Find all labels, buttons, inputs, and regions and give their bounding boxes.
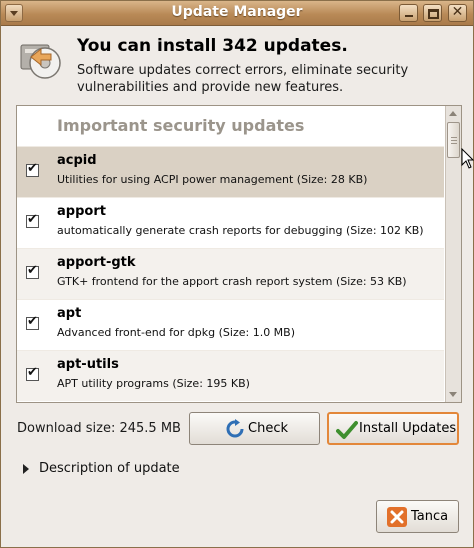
description-expander-label: Description of update [39, 461, 180, 476]
update-checkbox[interactable] [26, 314, 39, 330]
package-name: apport-gtk [57, 255, 136, 270]
maximize-icon [428, 9, 439, 19]
cancel-icon [387, 507, 407, 527]
package-description: GTK+ frontend for the apport crash repor… [57, 275, 407, 288]
updates-list-viewport: Important security updates acpid Utiliti… [17, 106, 444, 402]
package-description: automatically generate crash reports for… [57, 224, 424, 237]
cancel-button-label: Tanca [411, 509, 449, 524]
update-manager-icon [20, 44, 61, 79]
update-checkbox[interactable] [26, 212, 39, 228]
update-row[interactable]: apt Advanced front-end for dpkg (Size: 1… [17, 299, 444, 350]
expander-arrow-icon [23, 464, 29, 474]
refresh-icon [226, 419, 244, 438]
install-updates-button[interactable]: Install Updates [327, 412, 459, 445]
close-icon: ✕ [451, 4, 464, 20]
list-scrollbar[interactable] [445, 106, 461, 402]
update-checkbox[interactable] [26, 161, 39, 177]
updates-list[interactable]: Important security updates acpid Utiliti… [16, 105, 462, 403]
title-bar[interactable]: Update Manager ✕ [1, 1, 473, 26]
close-button[interactable]: ✕ [448, 4, 467, 22]
package-description: Advanced front-end for dpkg (Size: 1.0 M… [57, 326, 296, 339]
description-expander[interactable]: Description of update [21, 461, 221, 479]
mouse-pointer-icon [461, 148, 474, 169]
scrollbar-thumb[interactable] [447, 122, 460, 158]
update-row[interactable]: apport-gtk GTK+ frontend for the apport … [17, 248, 444, 299]
update-row[interactable]: acpid Utilities for using ACPI power man… [17, 146, 444, 197]
minimize-button[interactable] [399, 4, 418, 22]
package-name: apport [57, 204, 106, 219]
update-checkbox[interactable] [26, 365, 39, 381]
update-manager-window: Update Manager ✕ You can install 342 upd… [0, 0, 474, 548]
package-name: apt [57, 306, 82, 321]
package-name: acpid [57, 153, 97, 168]
minimize-icon [405, 15, 413, 17]
package-description: APT utility programs (Size: 195 KB) [57, 377, 250, 390]
package-description: Utilities for using ACPI power managemen… [57, 173, 368, 186]
checkmark-icon [336, 421, 358, 439]
check-button-label: Check [248, 421, 288, 436]
check-button[interactable]: Check [189, 412, 320, 445]
download-size-label: Download size: 245.5 MB [17, 421, 181, 436]
update-checkbox[interactable] [26, 263, 39, 279]
group-heading: Important security updates [57, 116, 305, 135]
install-updates-label: Install Updates [359, 421, 457, 436]
package-name: apt-utils [57, 357, 119, 372]
cancel-button[interactable]: Tanca [376, 500, 459, 533]
header-description: Software updates correct errors, elimina… [77, 63, 409, 95]
updates-count-heading: You can install 342 updates. [77, 36, 348, 56]
scroll-up-icon[interactable] [446, 106, 461, 121]
maximize-button[interactable] [423, 4, 442, 22]
update-row[interactable]: apt-utils APT utility programs (Size: 19… [17, 350, 444, 401]
scroll-down-icon[interactable] [446, 387, 461, 402]
update-row[interactable]: apport automatically generate crash repo… [17, 197, 444, 248]
